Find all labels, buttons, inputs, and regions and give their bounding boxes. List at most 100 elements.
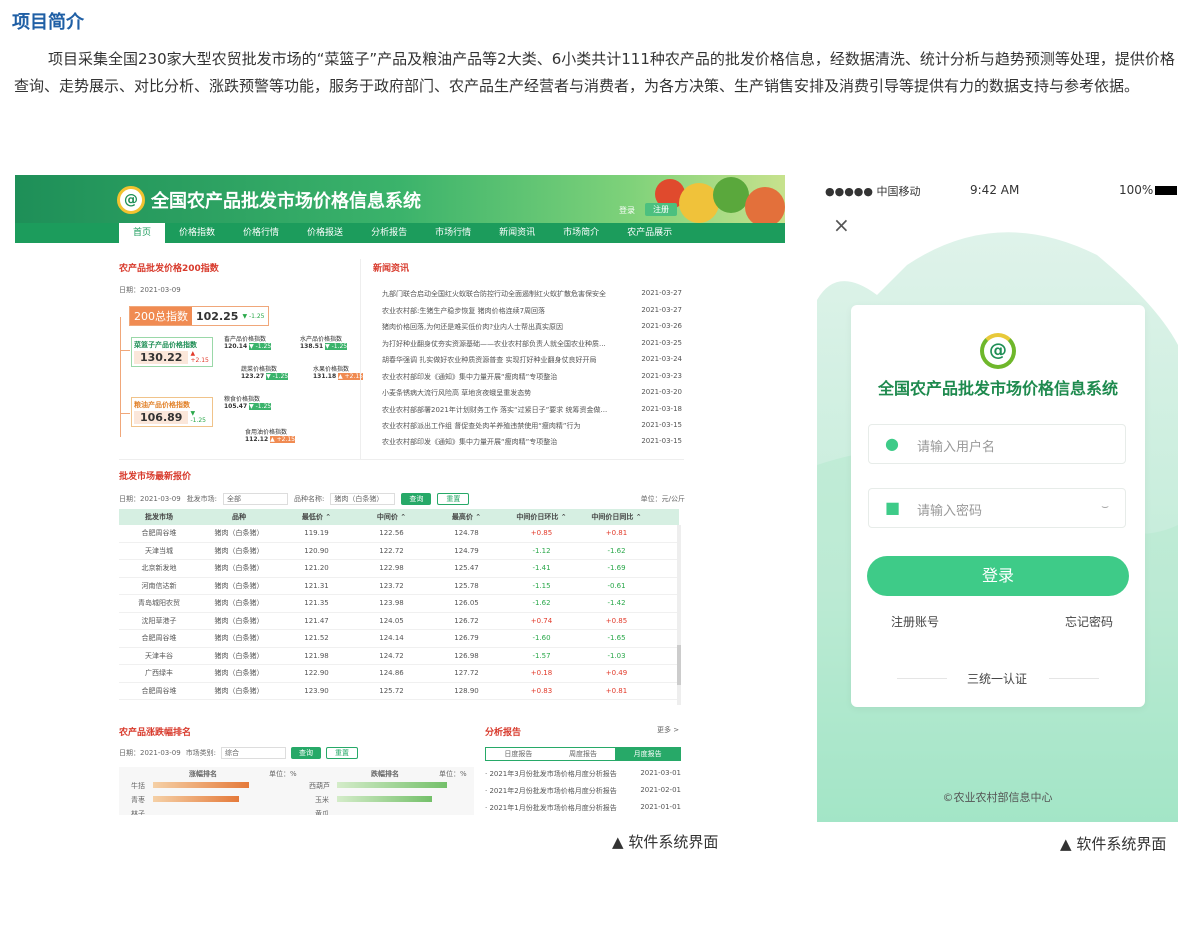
table-cell: 125.72 [379,686,404,695]
news-text[interactable]: 农业农村部派出工作组 督促查处肉羊养殖违禁使用“瘦肉精”行为 [382,421,580,431]
table-cell: 124.72 [379,651,404,660]
news-item[interactable]: 农业农村部派出工作组 督促查处肉羊养殖违禁使用“瘦肉精”行为 2021-03-15 [382,421,682,431]
rank-down-item: 玉米 [315,796,329,804]
table-row[interactable]: 天津丰谷 猪肉（白条猪） 121.98 124.72 126.98 -1.57 -1.03 [119,648,679,665]
news-item[interactable]: 小麦条锈病大流行风险高 草地贪夜蛾呈重发态势 2021-03-20 [382,388,682,398]
news-text[interactable]: 农业农村部印发《通知》集中力量开展“瘦肉精”专项整治 [382,372,557,382]
rank-type-label: 市场类别: [185,749,217,757]
nav-market-intro[interactable]: 市场简介 [549,223,613,243]
report-text[interactable]: · 2021年3月份批发市场价格月度分析报告 [485,769,617,779]
divider-right [1049,678,1099,679]
register-link[interactable]: 注册账号 [891,613,939,630]
table-scrollbar[interactable] [677,645,681,685]
rank-reset-button[interactable]: 重置 [326,747,359,759]
table-row[interactable]: 天津当城 猪肉（白条猪） 120.90 122.72 124.79 -1.12 -1.62 [119,543,679,560]
news-item[interactable]: 胡春华强调 扎实做好农业种质资源普查 实现打好种业翻身仗良好开局 2021-03-… [382,355,682,365]
table-cell: 猪肉（白条猪） [214,564,264,572]
table-cell: -1.42 [607,599,626,607]
table-row[interactable]: 合肥周谷堆 猪肉（白条猪） 121.52 124.14 126.79 -1.60 -1.65 [119,630,679,648]
triangle-up-icon: ▲ [1060,835,1077,853]
table-cell: 123.98 [379,599,404,607]
index-item-value: 120.14 [224,343,248,350]
news-item[interactable]: 九部门联合启动全国红火蚁联合防控行动全面遏制红火蚁扩散危害保安全 2021-03-… [382,289,682,299]
news-item[interactable]: 农业农村部:生猪生产稳步恢复 猪肉价格连续7周回落 2021-03-27 [382,306,682,316]
table-cell: 猪肉（白条猪） [214,529,264,537]
nav-analysis[interactable]: 分析报告 [357,223,421,243]
news-date: 2021-03-18 [641,405,682,413]
user-icon: ● [885,434,899,453]
nav-price[interactable]: 价格行情 [229,223,293,243]
report-text[interactable]: · 2021年1月份批发市场价格月度分析报告 [485,803,617,813]
news-text[interactable]: 农业农村部部署2021年计划财务工作 落实“过紧日子”要求 统筹资金做... [382,405,607,415]
quote-title: 批发市场最新报价 [119,472,192,482]
register-button[interactable]: 注册 [645,203,677,216]
tab-monthly[interactable]: 月度报告 [615,748,681,760]
quote-unit: 单位：元/公斤 [640,495,685,503]
table-row[interactable]: 沈阳草港子 猪肉（白条猪） 121.47 124.05 126.72 +0.74 +0.85 [119,613,679,630]
report-item[interactable]: · 2021年2月份批发市场价格月度分析报告 2021-02-01 [485,786,681,796]
col-market[interactable]: 批发市场 [119,509,199,525]
tab-daily[interactable]: 日度报告 [486,748,551,760]
report-item[interactable]: · 2021年3月份批发市场价格月度分析报告 2021-03-01 [485,769,681,779]
password-field[interactable]: ■ 请输入密码 ⌣ [868,488,1126,528]
report-text[interactable]: · 2021年2月份批发市场价格月度分析报告 [485,786,617,796]
nav-market[interactable]: 市场行情 [421,223,485,243]
quote-search-button[interactable]: 查询 [401,493,432,505]
rank-search-button[interactable]: 查询 [291,747,322,759]
table-row[interactable]: 北京新发地 猪肉（白条猪） 121.20 122.98 125.47 -1.41 -1.69 [119,560,679,578]
variety-select[interactable]: 猪肉（白条猪） [330,493,396,505]
eye-closed-icon[interactable]: ⌣ [1101,499,1109,514]
table-row[interactable]: 广西绿丰 猪肉（白条猪） 122.90 124.86 127.72 +0.18 +0.49 [119,665,679,683]
col-min[interactable]: 最低价 ⌃ [279,509,354,525]
nav-report-price[interactable]: 价格报送 [293,223,357,243]
login-link[interactable]: 登录 [619,205,635,216]
index-item-label: 蔬菜价格指数 [241,366,278,373]
news-text[interactable]: 小麦条锈病大流行风险高 草地贪夜蛾呈重发态势 [382,388,531,398]
col-yoy[interactable]: 中间价日同比 ⌃ [579,509,654,525]
rank-title: 农产品涨跌幅排名 [119,728,192,738]
news-text[interactable]: 农业农村部:生猪生产稳步恢复 猪肉价格连续7周回落 [382,306,545,316]
tab-weekly[interactable]: 周度报告 [551,748,616,760]
forgot-password-link[interactable]: 忘记密码 [1065,613,1113,630]
index-item-grain: 粮食价格指数 105.47 ▼ -1.25 [224,394,284,410]
table-cell: 121.20 [304,564,329,572]
quote-reset-button[interactable]: 重置 [437,493,470,505]
table-cell: -1.12 [532,546,551,555]
rank-up-unit: 单位：% [269,770,297,778]
total-index-change: ▼ -1.25 [242,312,265,320]
news-text[interactable]: 胡春华强调 扎实做好农业种质资源普查 实现打好种业翻身仗良好开局 [382,355,596,365]
col-max[interactable]: 最高价 ⌃ [429,509,504,525]
index-item-value: 131.18 [313,373,337,380]
mobile-caption: ▲ 软件系统界面 [1060,833,1166,854]
nav-home[interactable]: 首页 [119,223,166,243]
table-row[interactable]: 合肥周谷堆 猪肉（白条猪） 123.90 125.72 128.90 +0.83 +0.81 [119,683,679,700]
col-dod[interactable]: 中间价日环比 ⌃ [504,509,579,525]
col-variety[interactable]: 品种 [199,509,279,525]
news-text[interactable]: 猪肉价格回落,为何还是难买低价肉?业内人士帮出真实原因 [382,322,563,332]
rank-type-select[interactable]: 综合 [221,747,287,759]
news-item[interactable]: 为打好种业翻身仗夯实资源基础——农业农村部负责人就全国农业种质... 2021-0… [382,339,682,349]
table-cell: 125.47 [454,564,479,572]
nav-product-show[interactable]: 农产品展示 [613,223,686,243]
news-text[interactable]: 九部门联合启动全国红火蚁联合防控行动全面遏制红火蚁扩散危害保安全 [382,289,606,299]
report-more-link[interactable]: 更多 > [657,725,679,735]
news-item[interactable]: 农业农村部印发《通知》集中力量开展“瘦肉精”专项整治 2021-03-23 [382,372,682,382]
table-row[interactable]: 青岛城阳农贸 猪肉（白条猪） 121.35 123.98 126.05 -1.62 -1.4… [119,595,679,613]
news-text[interactable]: 为打好种业翻身仗夯实资源基础——农业农村部负责人就全国农业种质... [382,339,606,349]
sso-link[interactable]: 三统一认证 [967,670,1027,687]
login-button[interactable]: 登录 [867,556,1129,596]
table-row[interactable]: 合肥周谷堆 猪肉（白条猪） 119.19 122.56 124.78 +0.85 +0.81 [119,525,679,543]
report-item[interactable]: · 2021年1月份批发市场价格月度分析报告 2021-01-01 [485,803,681,813]
nav-news[interactable]: 新闻资讯 [485,223,549,243]
market-select[interactable]: 全部 [223,493,289,505]
mobile-screenshot: ●●●●● 中国移动 9:42 AM 100% × @ 全国农产品批发市场价格信… [817,175,1178,822]
news-item[interactable]: 猪肉价格回落,为何还是难买低价肉?业内人士帮出真实原因 2021-03-26 [382,322,682,332]
news-text[interactable]: 农业农村部印发《通知》集中力量开展“瘦肉精”专项整治 [382,437,557,447]
news-item[interactable]: 农业农村部部署2021年计划财务工作 落实“过紧日子”要求 统筹资金做... 20… [382,405,682,415]
nav-index[interactable]: 价格指数 [165,223,229,243]
col-mid[interactable]: 中间价 ⌃ [354,509,429,525]
news-item[interactable]: 农业农村部印发《通知》集中力量开展“瘦肉精”专项整治 2021-03-15 [382,437,682,447]
table-row[interactable]: 河南信达新 猪肉（白条猪） 121.31 123.72 125.78 -1.15 -0.61 [119,578,679,595]
username-field[interactable]: ● 请输入用户名 [868,424,1126,464]
table-cell: 125.78 [454,581,479,590]
